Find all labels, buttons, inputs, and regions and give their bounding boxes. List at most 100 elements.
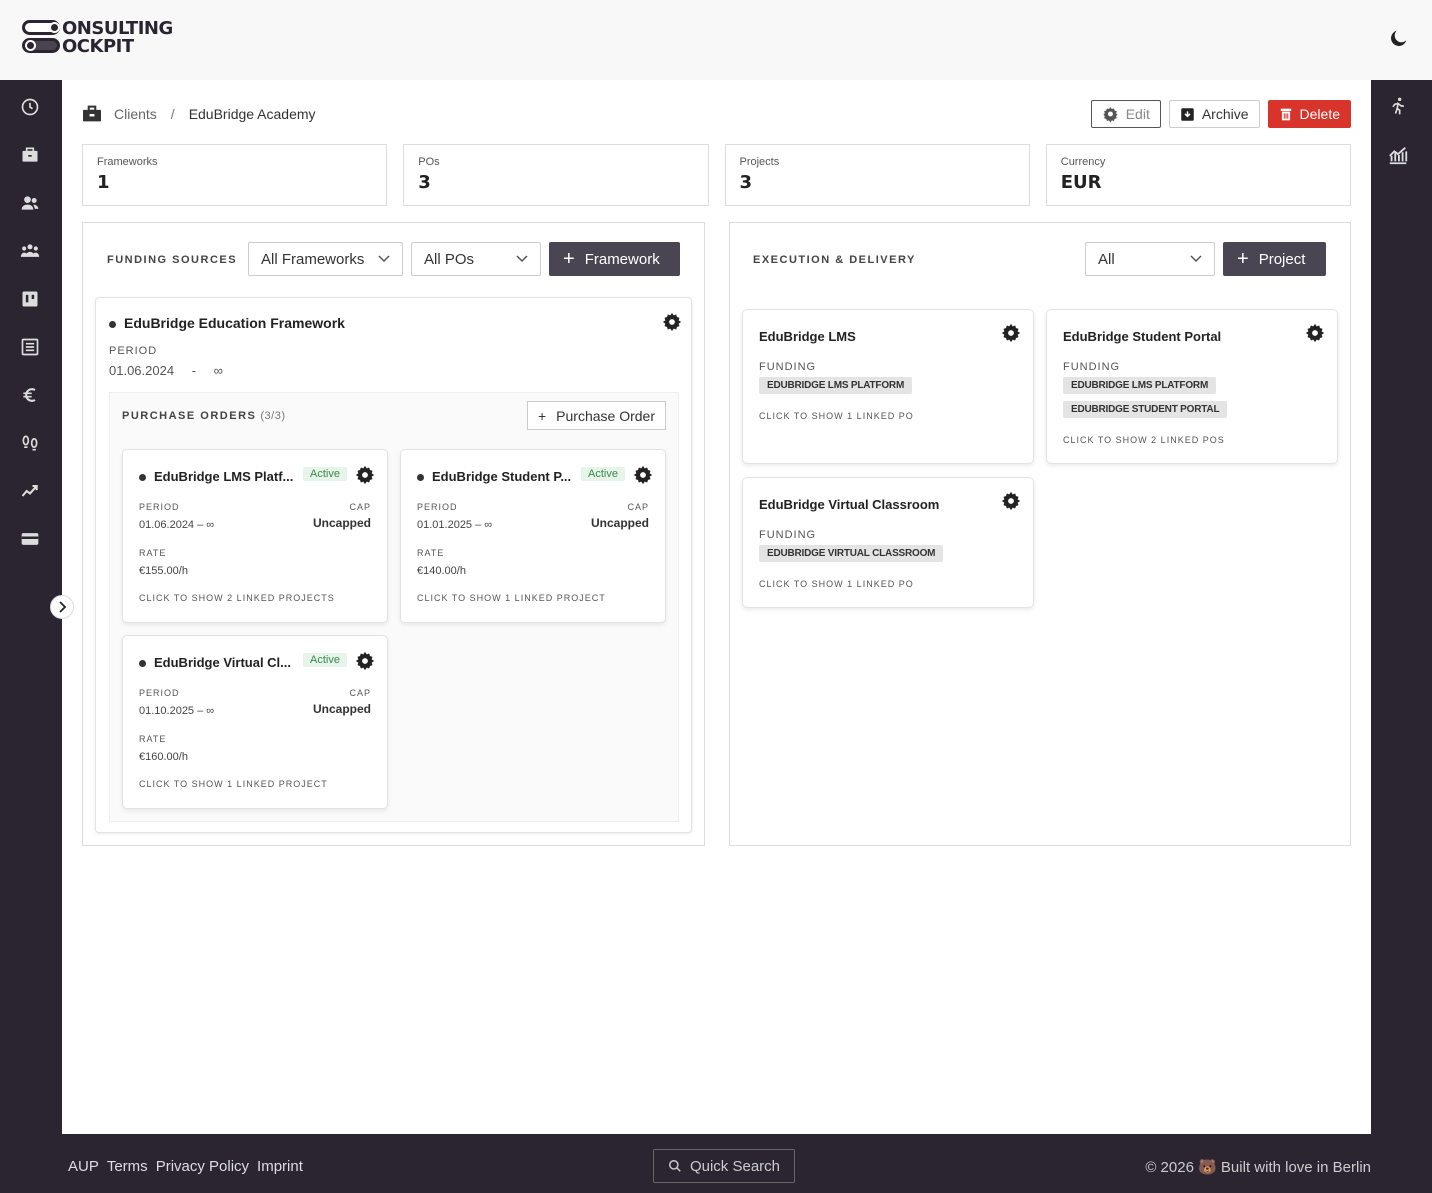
po-filter-value: All POs [424, 250, 475, 268]
framework-card[interactable]: EduBridge Education Framework PERIOD 01.… [95, 297, 692, 833]
framework-name: EduBridge Education Framework [124, 315, 345, 331]
po-period: 01.01.2025 – ∞ [417, 519, 493, 531]
chart-icon[interactable] [1387, 144, 1409, 166]
users-icon[interactable] [19, 192, 41, 214]
project-funding-label: FUNDING [759, 361, 817, 373]
status-dot [139, 660, 146, 668]
po-linked-projects-link[interactable]: CLICK TO SHOW 1 LINKED PROJECT [139, 779, 328, 789]
stat-projects: Projects 3 [724, 144, 1030, 206]
po-linked-projects-link[interactable]: CLICK TO SHOW 2 LINKED PROJECTS [139, 593, 335, 603]
breadcrumb-separator: / [170, 106, 175, 122]
delete-button[interactable]: Delete [1267, 100, 1351, 128]
funding-sources-panel: FUNDING SOURCES All Frameworks All POs +… [82, 222, 705, 846]
po-period: 01.06.2024 – ∞ [139, 519, 215, 531]
team-icon[interactable] [19, 240, 41, 262]
gear-icon[interactable] [355, 651, 375, 671]
po-cap: Uncapped [312, 702, 371, 716]
app-logo[interactable]: ONSULTING OCKPIT [22, 18, 174, 58]
chevron-down-icon [378, 255, 390, 263]
purchase-orders-title: PURCHASE ORDERS (3/3) [122, 410, 285, 422]
po-filter-select[interactable]: All POs [411, 242, 541, 276]
project-card[interactable]: EduBridge Virtual Classroom FUNDING EDUB… [742, 477, 1034, 608]
status-badge: Active [303, 653, 347, 667]
po-card[interactable]: EduBridge Student P... Active PERIOD CAP… [400, 449, 666, 623]
po-period-label: PERIOD [417, 502, 458, 512]
footer-link-terms[interactable]: Terms [107, 1158, 148, 1175]
stat-value: EUR [1060, 172, 1102, 193]
quick-search-button[interactable]: Quick Search [653, 1149, 795, 1183]
gear-icon[interactable] [662, 312, 682, 332]
po-linked-projects-link[interactable]: CLICK TO SHOW 1 LINKED PROJECT [417, 593, 606, 603]
breadcrumb-clients-link[interactable]: Clients [114, 106, 157, 122]
po-rate-label: RATE [139, 734, 167, 744]
po-cap-label: CAP [627, 502, 649, 512]
gear-icon[interactable] [1001, 491, 1021, 511]
footer-links: AUP Terms Privacy Policy Imprint [68, 1158, 303, 1175]
purchase-orders-count: (3/3) [260, 410, 286, 422]
plus-icon: + [1237, 248, 1249, 270]
project-linked-po-link[interactable]: CLICK TO SHOW 1 LINKED PO [759, 579, 914, 589]
add-purchase-order-label: Purchase Order [556, 407, 655, 424]
po-name: EduBridge Virtual Cl... [154, 655, 292, 670]
status-dot [139, 474, 146, 482]
edit-button[interactable]: Edit [1090, 100, 1161, 128]
sidebar-expand-button[interactable] [50, 595, 74, 619]
archive-icon [1181, 107, 1194, 121]
po-rate-label: RATE [417, 548, 445, 558]
right-sidebar [1371, 80, 1432, 1134]
add-purchase-order-button[interactable]: + Purchase Order [526, 401, 666, 430]
po-card[interactable]: EduBridge LMS Platf... Active PERIOD CAP… [122, 449, 388, 623]
purchase-orders-section: PURCHASE ORDERS (3/3) + Purchase Order Ed… [109, 392, 679, 822]
footer-link-aup[interactable]: AUP [68, 1158, 99, 1175]
logo-dot-bottom [25, 40, 36, 51]
project-funding-label: FUNDING [1063, 361, 1121, 373]
archive-button[interactable]: Archive [1168, 100, 1260, 128]
footer-link-privacy[interactable]: Privacy Policy [156, 1158, 249, 1175]
stat-label: Currency [1060, 156, 1106, 168]
trend-icon[interactable] [19, 480, 41, 502]
funding-tag: EDUBRIDGE LMS PLATFORM [1063, 377, 1217, 394]
chevron-down-icon [516, 255, 528, 263]
kanban-icon[interactable] [19, 288, 41, 310]
briefcase-icon [83, 105, 101, 122]
footer-link-imprint[interactable]: Imprint [257, 1158, 303, 1175]
stat-frameworks: Frameworks 1 [82, 144, 388, 206]
briefcase-icon[interactable] [19, 144, 41, 166]
moon-icon[interactable] [1388, 27, 1410, 49]
stat-value: 3 [739, 172, 753, 193]
add-project-button[interactable]: + Project [1223, 242, 1326, 276]
po-rate: €155.00/h [139, 565, 188, 577]
edit-label: Edit [1125, 106, 1150, 122]
po-card[interactable]: EduBridge Virtual Cl... Active PERIOD CA… [122, 635, 388, 809]
clock-icon[interactable] [19, 96, 41, 118]
project-linked-po-link[interactable]: CLICK TO SHOW 2 LINKED POS [1063, 435, 1225, 445]
framework-period: 01.06.2024 - ∞ [109, 363, 237, 378]
framework-filter-value: All Frameworks [261, 250, 365, 268]
project-name: EduBridge LMS [759, 329, 856, 344]
po-title: EduBridge LMS Platf... [139, 469, 293, 484]
project-card[interactable]: EduBridge LMS FUNDING EDUBRIDGE LMS PLAT… [742, 309, 1034, 464]
gear-icon[interactable] [355, 465, 375, 485]
project-card[interactable]: EduBridge Student Portal FUNDING EDUBRID… [1046, 309, 1338, 464]
gear-icon[interactable] [1001, 323, 1021, 343]
runner-icon[interactable] [1387, 95, 1409, 117]
project-funding-label: FUNDING [759, 529, 817, 541]
euro-icon[interactable] [19, 384, 41, 406]
project-filter-select[interactable]: All [1085, 242, 1215, 276]
period-dash: - [191, 363, 197, 378]
list-icon[interactable] [19, 336, 41, 358]
main-content: Clients / EduBridge Academy Edit Archive… [62, 80, 1371, 1134]
card-icon[interactable] [19, 528, 41, 550]
page-actions: Edit Archive Delete [1090, 100, 1351, 128]
po-period-label: PERIOD [139, 688, 180, 698]
chevron-down-icon [1190, 255, 1202, 263]
project-linked-po-link[interactable]: CLICK TO SHOW 1 LINKED PO [759, 411, 914, 421]
stat-label: POs [418, 156, 440, 168]
add-framework-button[interactable]: + Framework [549, 242, 680, 276]
funding-tag: EDUBRIDGE VIRTUAL CLASSROOM [759, 545, 944, 562]
gear-icon[interactable] [633, 465, 653, 485]
gear-icon[interactable] [1305, 323, 1325, 343]
footprints-icon[interactable] [19, 432, 41, 454]
framework-filter-select[interactable]: All Frameworks [248, 242, 403, 276]
po-period: 01.10.2025 – ∞ [139, 705, 215, 717]
